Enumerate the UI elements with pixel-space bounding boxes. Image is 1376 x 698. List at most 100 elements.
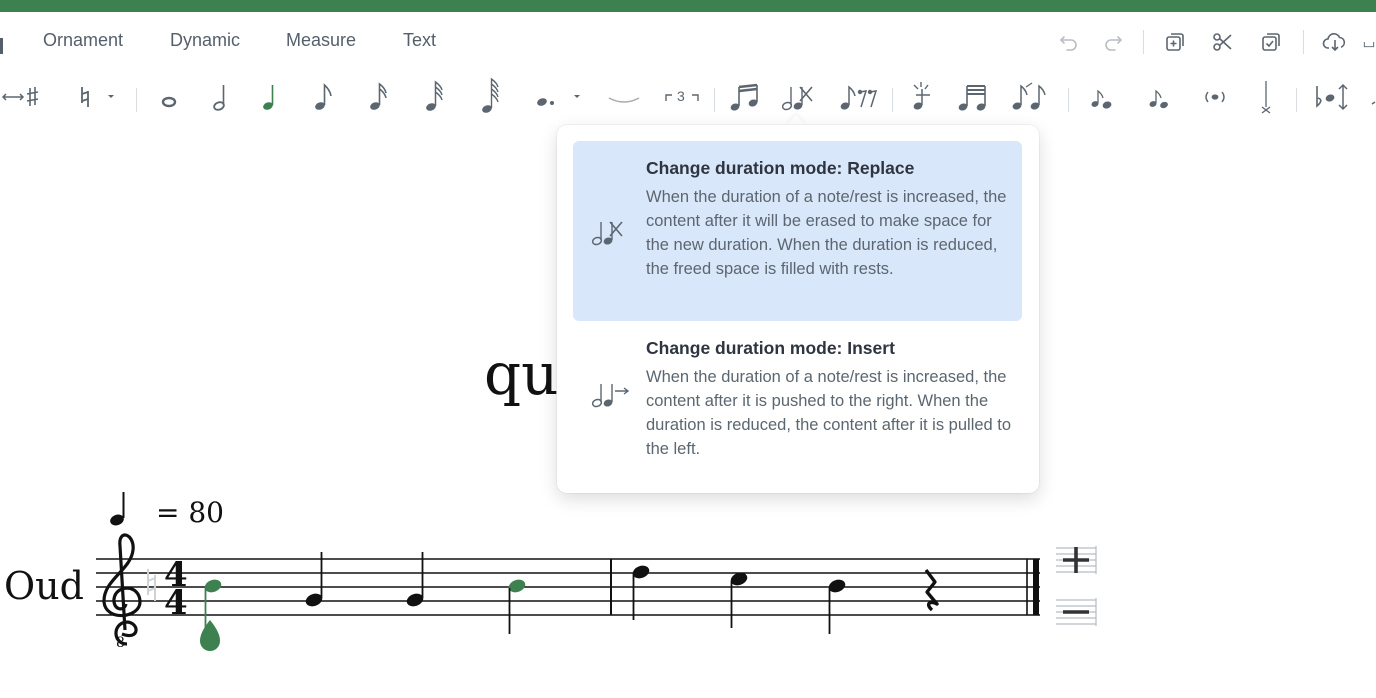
tie-button[interactable] bbox=[604, 76, 644, 118]
time-signature-bottom: 4 bbox=[164, 583, 188, 623]
option-title: Change duration mode: Replace bbox=[646, 158, 915, 178]
rest-button[interactable] bbox=[836, 76, 882, 118]
dotted-note-icon bbox=[537, 95, 580, 106]
treble-clef-8vb bbox=[102, 533, 142, 646]
app-top-bar bbox=[0, 0, 1376, 12]
staff-lines bbox=[96, 558, 1040, 616]
cut-button[interactable] bbox=[1207, 26, 1239, 58]
natural-sign-icon bbox=[81, 87, 114, 107]
copy-add-icon bbox=[1166, 33, 1184, 51]
divider bbox=[892, 88, 893, 112]
duration-insert-icon bbox=[591, 384, 630, 408]
share-icon bbox=[1363, 42, 1375, 48]
enharmonic-icon bbox=[1, 87, 39, 106]
menu-measure[interactable]: Measure bbox=[286, 30, 356, 51]
remove-measure-button[interactable] bbox=[1054, 596, 1100, 630]
tie-icon bbox=[608, 97, 640, 103]
cut-off-menu-item[interactable] bbox=[0, 38, 3, 54]
cross-staff-button[interactable] bbox=[1008, 76, 1050, 118]
eighth-note-icon bbox=[315, 83, 332, 110]
option-description: When the duration of a note/rest is incr… bbox=[646, 188, 1007, 278]
divider bbox=[1303, 30, 1304, 54]
divider bbox=[136, 88, 137, 112]
note[interactable] bbox=[304, 552, 324, 609]
add-to-selection-button[interactable] bbox=[1159, 26, 1191, 58]
grace-note-after-button[interactable] bbox=[1142, 76, 1176, 118]
undo-icon bbox=[1059, 36, 1077, 51]
cue-note-button[interactable] bbox=[1250, 76, 1282, 118]
redo-icon bbox=[1105, 36, 1123, 51]
duration-mode-button[interactable] bbox=[778, 76, 818, 118]
sixteenth-note-icon bbox=[370, 82, 387, 110]
save-cloud-button[interactable] bbox=[1319, 26, 1351, 58]
quarter-note-button[interactable] bbox=[255, 76, 285, 118]
share-button[interactable] bbox=[1362, 26, 1376, 58]
half-note-icon bbox=[213, 85, 225, 111]
tuplet-button[interactable]: 3 bbox=[660, 76, 704, 118]
undo-button[interactable] bbox=[1053, 26, 1085, 58]
whole-note-icon bbox=[161, 96, 177, 108]
thirty-second-note-icon bbox=[426, 80, 443, 111]
sixty-fourth-note-icon bbox=[482, 77, 499, 113]
more-tools[interactable] bbox=[1366, 76, 1376, 118]
note[interactable] bbox=[631, 563, 651, 620]
duration-replace-icon bbox=[781, 86, 813, 111]
note[interactable] bbox=[827, 577, 847, 634]
note[interactable] bbox=[405, 552, 425, 609]
beam-button[interactable] bbox=[726, 76, 768, 118]
paste-button[interactable] bbox=[1255, 26, 1287, 58]
note-green-selected[interactable] bbox=[203, 577, 223, 628]
menu-ornament[interactable]: Ornament bbox=[43, 30, 123, 51]
tuplet-label: 3 bbox=[677, 88, 685, 104]
note[interactable] bbox=[729, 570, 749, 628]
beamed-notes-icon bbox=[730, 83, 758, 111]
acciaccatura-button[interactable] bbox=[904, 76, 938, 118]
menu-bar: Ornament Dynamic Measure Text bbox=[0, 12, 1376, 68]
paste-check-icon bbox=[1262, 33, 1280, 51]
divider bbox=[1143, 30, 1144, 54]
grace-note-before-button[interactable] bbox=[1084, 76, 1118, 118]
quarter-rest[interactable] bbox=[924, 568, 939, 612]
scissors-icon bbox=[1213, 33, 1232, 51]
duration-mode-replace-option[interactable]: Change duration mode: Replace When the d… bbox=[573, 141, 1022, 321]
parenthesis-button[interactable] bbox=[1198, 76, 1232, 118]
clef-octave-label: 8 bbox=[116, 635, 125, 651]
ghost-natural-accidental bbox=[147, 569, 156, 601]
natural-accidental-dropdown[interactable] bbox=[72, 76, 120, 118]
dot-dropdown[interactable] bbox=[530, 76, 586, 118]
flagged-notes-icon bbox=[1012, 82, 1046, 110]
divider bbox=[714, 88, 715, 112]
flat-note-flip-icon bbox=[1316, 83, 1348, 111]
note-toolbar: 3 bbox=[0, 68, 1376, 126]
sixty-fourth-note-button[interactable] bbox=[474, 76, 504, 118]
flip-direction-button[interactable] bbox=[1310, 76, 1356, 118]
divider bbox=[1068, 88, 1069, 112]
grace-note-after-icon bbox=[1149, 89, 1168, 109]
minus-staff-icon bbox=[1056, 598, 1097, 626]
option-title: Change duration mode: Insert bbox=[646, 338, 895, 358]
note-input-cursor bbox=[200, 620, 220, 651]
duration-mode-popup: Change duration mode: Replace When the d… bbox=[557, 125, 1039, 493]
eighth-note-button[interactable] bbox=[307, 76, 337, 118]
parenthesized-note-icon bbox=[1205, 91, 1225, 103]
plus-staff-icon bbox=[1056, 546, 1097, 574]
enharmonic-button[interactable] bbox=[0, 76, 44, 118]
tremolo-button[interactable] bbox=[954, 76, 992, 118]
menu-text[interactable]: Text bbox=[403, 30, 436, 51]
redo-button[interactable] bbox=[1097, 26, 1129, 58]
half-note-button[interactable] bbox=[206, 76, 236, 118]
duration-mode-insert-option[interactable]: Change duration mode: Insert When the du… bbox=[573, 321, 1022, 481]
grace-sparkle-icon bbox=[913, 82, 930, 110]
menu-dynamic[interactable]: Dynamic bbox=[170, 30, 240, 51]
whole-note-button[interactable] bbox=[152, 76, 186, 118]
thirty-second-note-button[interactable] bbox=[418, 76, 448, 118]
divider bbox=[1296, 88, 1297, 112]
grace-note-icon bbox=[1091, 89, 1112, 109]
option-description: When the duration of a note/rest is incr… bbox=[646, 368, 1012, 458]
edit-tools bbox=[1050, 26, 1376, 58]
note-with-rests-icon bbox=[840, 85, 878, 110]
add-measure-button[interactable] bbox=[1054, 544, 1100, 578]
note-green[interactable] bbox=[507, 577, 527, 634]
sixteenth-note-button[interactable] bbox=[362, 76, 392, 118]
ledger-x-icon bbox=[1261, 81, 1271, 114]
